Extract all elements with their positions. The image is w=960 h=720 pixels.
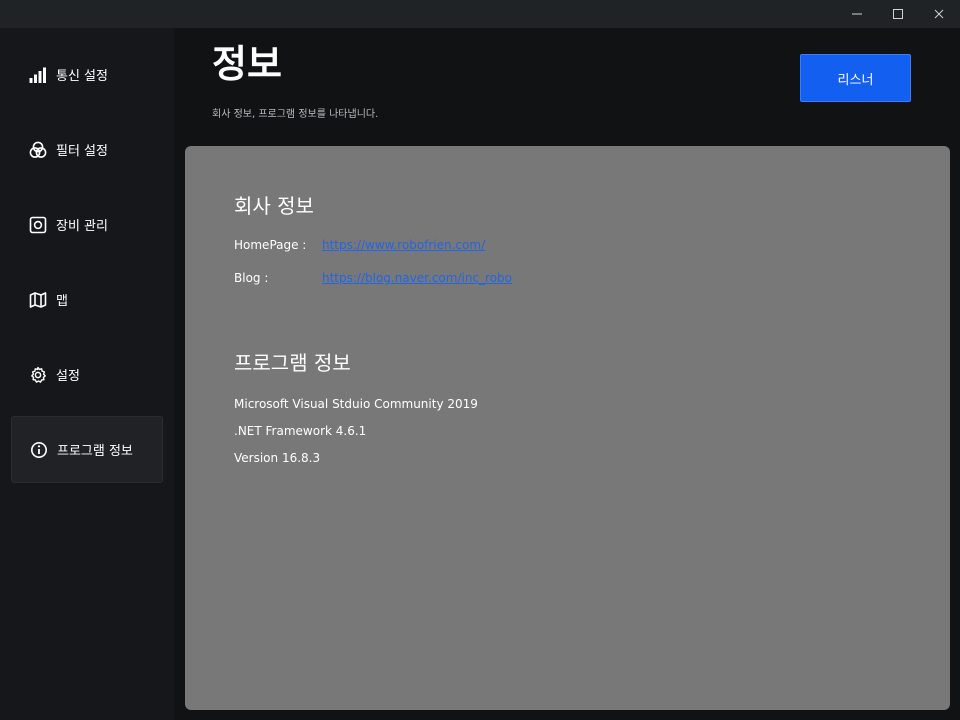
sidebar-item-label: 프로그램 정보	[57, 444, 133, 459]
blog-label: Blog :	[234, 271, 269, 285]
close-button[interactable]	[917, 0, 960, 28]
map-icon	[29, 291, 47, 309]
title-bar	[0, 0, 960, 28]
sidebar-item-label: 설정	[56, 369, 80, 384]
minimize-button[interactable]	[835, 0, 879, 28]
sidebar-item-label: 필터 설정	[56, 144, 108, 159]
sidebar-item-label: 통신 설정	[56, 69, 108, 84]
info-panel: 회사 정보 HomePage : https://www.robofrien.c…	[185, 146, 950, 710]
listener-button[interactable]: 리스너	[800, 54, 911, 102]
maximize-icon	[893, 9, 903, 19]
ide-text: Microsoft Visual Stduio Community 2019	[234, 397, 478, 411]
sidebar-item-map[interactable]: 맵	[11, 266, 163, 333]
sidebar-item-device-management[interactable]: 장비 관리	[11, 191, 163, 258]
sidebar-item-communication-settings[interactable]: 통신 설정	[11, 41, 163, 108]
blog-link[interactable]: https://blog.naver.com/inc_robo	[322, 271, 512, 285]
page-title: 정보	[212, 42, 282, 86]
gear-icon	[29, 366, 47, 384]
homepage-link[interactable]: https://www.robofrien.com/	[322, 238, 485, 252]
version-text: Version 16.8.3	[234, 451, 321, 465]
main-area: 정보 회사 정보, 프로그램 정보를 나타냅니다. 리스너 회사 정보 Home…	[174, 28, 960, 720]
homepage-label: HomePage :	[234, 238, 307, 252]
sidebar-item-filter-settings[interactable]: 필터 설정	[11, 116, 163, 183]
maximize-button[interactable]	[876, 0, 920, 28]
sidebar-item-settings[interactable]: 설정	[11, 341, 163, 408]
close-icon	[934, 9, 944, 19]
sidebar: 통신 설정 필터 설정 장비 관리 맵 설정 프로그램 정보	[0, 28, 174, 720]
info-icon	[30, 441, 48, 459]
device-square-icon	[29, 216, 47, 234]
sidebar-item-label: 장비 관리	[56, 219, 108, 234]
minimize-icon	[852, 13, 862, 15]
sidebar-item-label: 맵	[56, 294, 68, 309]
framework-text: .NET Framework 4.6.1	[234, 424, 367, 438]
company-info-title: 회사 정보	[234, 194, 314, 218]
filter-circles-icon	[29, 141, 47, 159]
program-info-title: 프로그램 정보	[234, 351, 351, 375]
page-subtitle: 회사 정보, 프로그램 정보를 나타냅니다.	[212, 109, 379, 120]
signal-bars-icon	[29, 66, 47, 84]
sidebar-item-program-info[interactable]: 프로그램 정보	[11, 416, 163, 483]
